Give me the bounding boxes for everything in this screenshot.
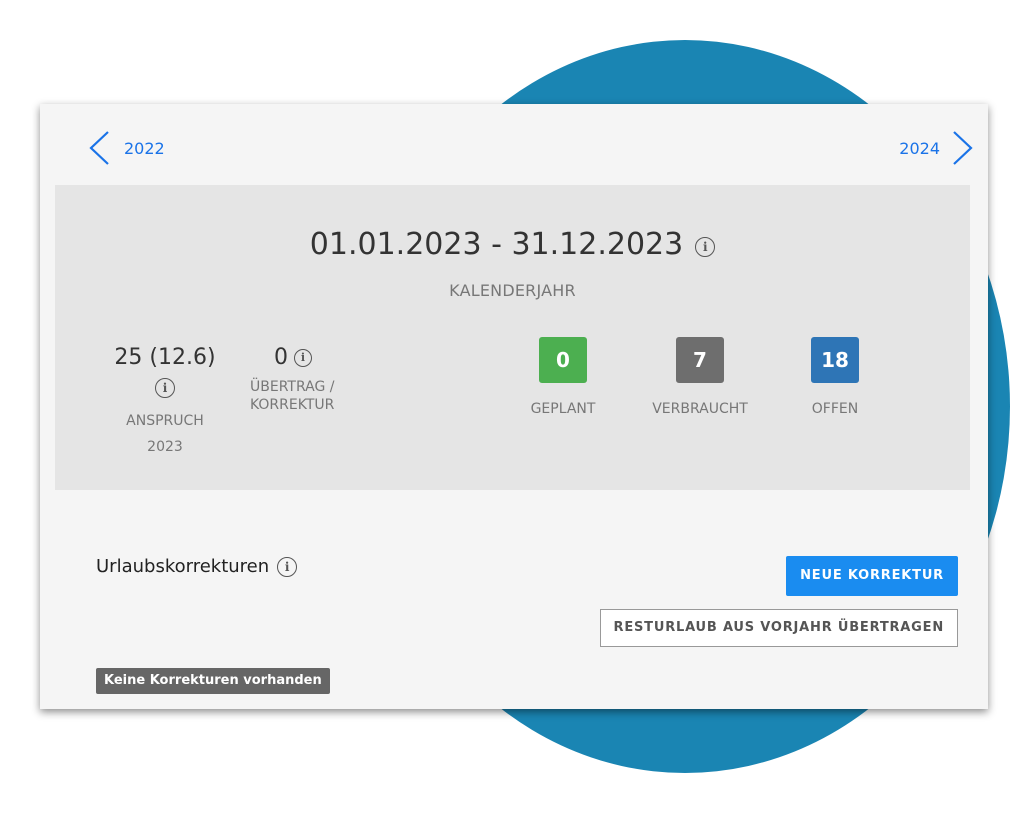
carryover-value: 0 xyxy=(274,345,288,370)
period-range: 01.01.2023 - 31.12.2023 i xyxy=(55,227,970,262)
period-type: KALENDERJAHR xyxy=(449,281,576,300)
open-stat: 18 OFFEN xyxy=(790,337,880,417)
open-badge: 18 xyxy=(811,337,859,383)
vacation-card: 2022 2024 01.01.2023 - 31.12.2023 i KALE… xyxy=(40,104,988,709)
next-year-link[interactable]: 2024 xyxy=(899,130,974,166)
chevron-right-icon xyxy=(953,131,973,165)
corrections-title: Urlaubskorrekturen i xyxy=(96,556,298,577)
claim-stat: 25 (12.6) i ANSPRUCH 2023 xyxy=(110,345,220,460)
previous-year-label: 2022 xyxy=(124,138,165,158)
period-info-icon[interactable]: i xyxy=(695,236,716,257)
used-label: VERBRAUCHT xyxy=(652,401,748,417)
period-range-text: 01.01.2023 - 31.12.2023 xyxy=(309,227,684,262)
vacation-summary: 01.01.2023 - 31.12.2023 i KALENDERJAHR 2… xyxy=(55,185,970,490)
claim-value: 25 (12.6) xyxy=(114,345,216,370)
planned-badge: 0 xyxy=(539,337,587,383)
corrections-info-icon[interactable]: i xyxy=(277,556,298,577)
carryover-info-icon[interactable]: i xyxy=(294,348,312,367)
planned-stat: 0 GEPLANT xyxy=(523,337,603,417)
carryover-label-line2: KORREKTUR xyxy=(250,397,335,413)
new-correction-button[interactable]: NEUE KORREKTUR xyxy=(786,556,958,596)
claim-info-icon[interactable]: i xyxy=(155,378,175,398)
next-year-label: 2024 xyxy=(899,138,940,158)
chevron-left-icon xyxy=(89,131,109,165)
carryover-label: ÜBERTRAG / KORREKTUR xyxy=(240,378,350,414)
corrections-title-text: Urlaubskorrekturen xyxy=(96,556,270,577)
used-badge: 7 xyxy=(676,337,724,383)
claim-label: ANSPRUCH xyxy=(126,413,204,429)
carryover-value-row: 0 i xyxy=(240,345,350,370)
planned-label: GEPLANT xyxy=(530,401,596,417)
carryover-label-line1: ÜBERTRAG / xyxy=(250,379,335,395)
transfer-remaining-button[interactable]: RESTURLAUB AUS VORJAHR ÜBERTRAGEN xyxy=(599,609,958,647)
carryover-stat: 0 i ÜBERTRAG / KORREKTUR xyxy=(240,345,350,414)
previous-year-link[interactable]: 2022 xyxy=(88,130,165,166)
used-stat: 7 VERBRAUCHT xyxy=(645,337,755,417)
open-label: OFFEN xyxy=(811,401,859,417)
no-corrections-badge: Keine Korrekturen vorhanden xyxy=(96,668,330,694)
claim-year: 2023 xyxy=(147,439,183,455)
